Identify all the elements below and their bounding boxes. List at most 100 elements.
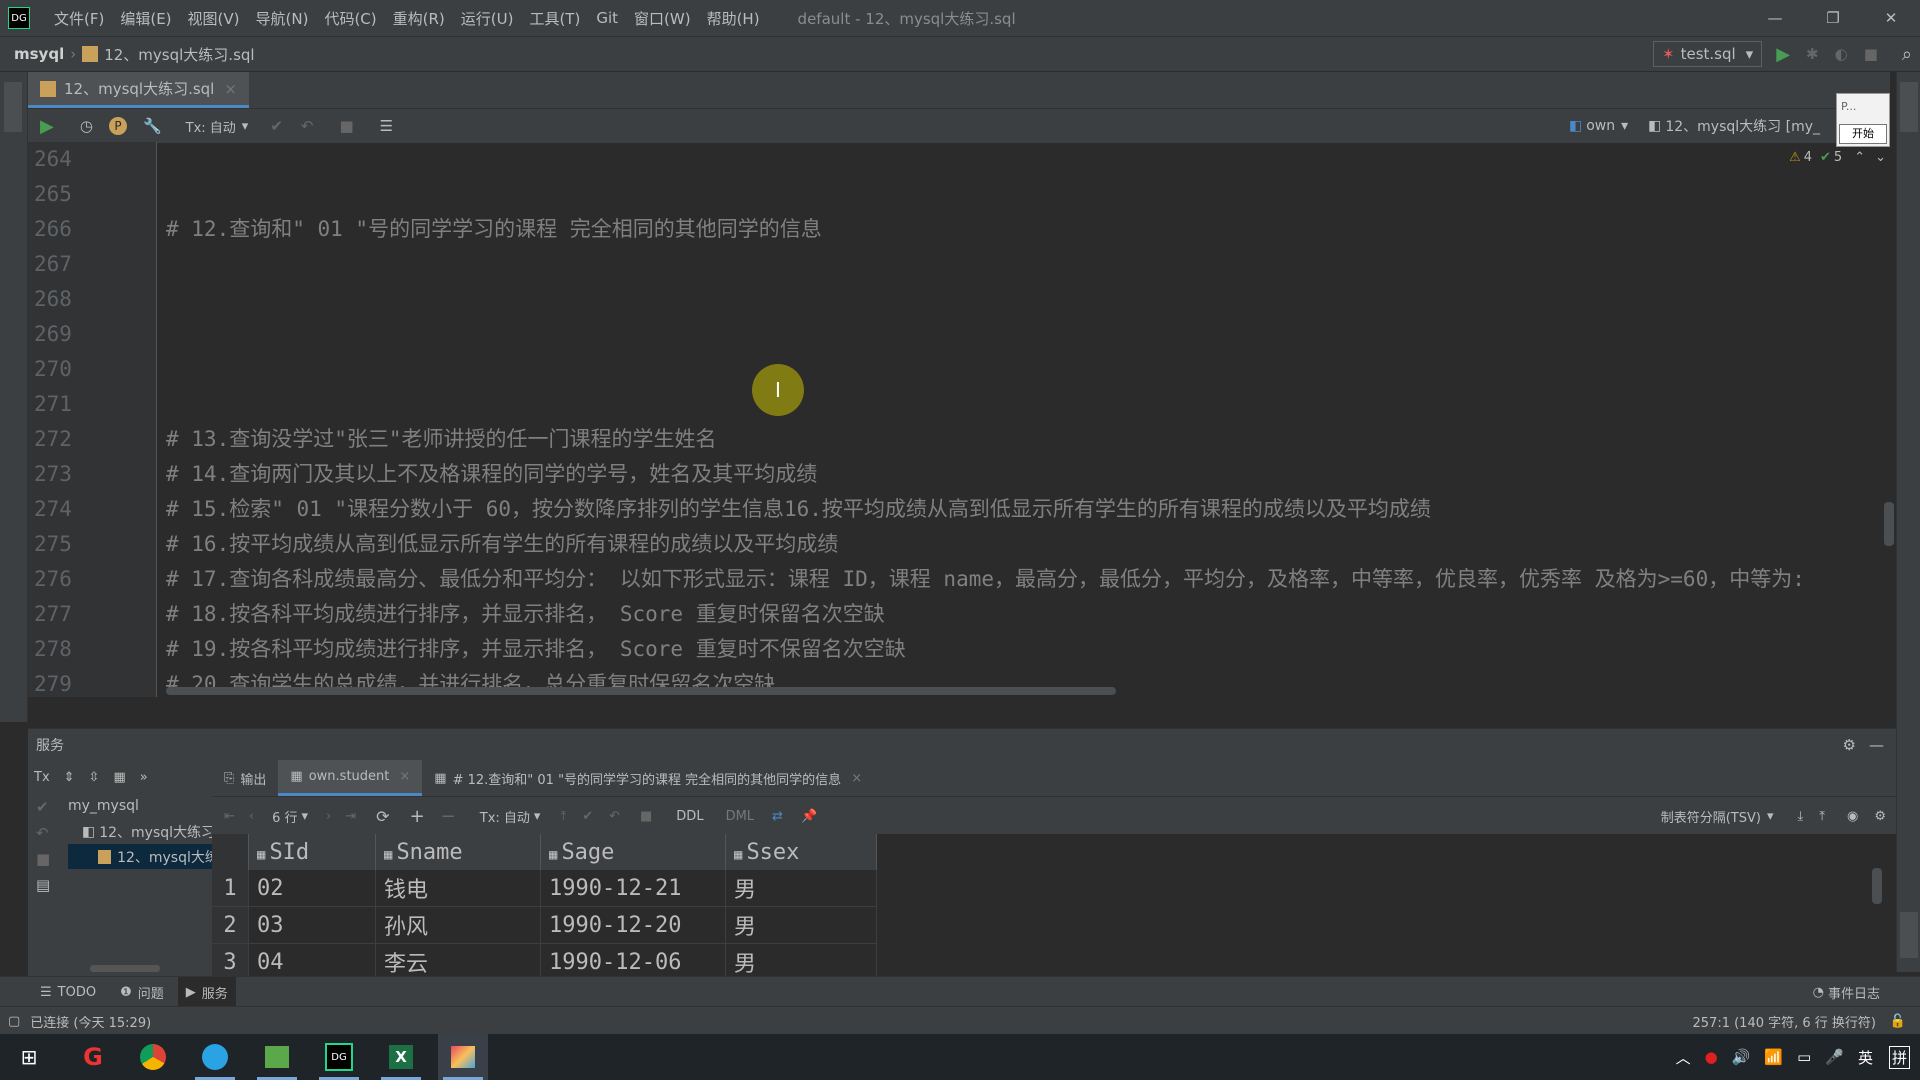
popup-start-button[interactable]: 开始 bbox=[1839, 124, 1887, 144]
history-icon[interactable]: ◷ bbox=[80, 117, 93, 135]
code-line[interactable] bbox=[160, 282, 1896, 317]
minimize-panel-icon[interactable]: — bbox=[1869, 736, 1884, 754]
menu-help[interactable]: 帮助(H) bbox=[707, 8, 760, 29]
rollback-icon[interactable]: ↶ bbox=[301, 117, 314, 135]
code-line[interactable]: # 17.查询各科成绩最高分、最低分和平均分： 以如下形式显示：课程 ID，课程… bbox=[160, 562, 1896, 597]
menu-view[interactable]: 视图(V) bbox=[188, 8, 240, 29]
first-page-icon[interactable]: ⇤ bbox=[224, 809, 235, 824]
tab-query-result[interactable]: ▦ # 12.查询和" 01 "号的同学学习的课程 完全相同的其他同学的信息 × bbox=[422, 760, 874, 796]
taskbar-excel[interactable]: X bbox=[376, 1034, 426, 1080]
submit-icon[interactable]: ⤒ bbox=[560, 809, 566, 824]
column-header-ssex[interactable]: ▦ Ssex bbox=[725, 834, 877, 870]
download-icon[interactable]: ⤓ bbox=[1798, 809, 1804, 824]
cell-sname[interactable]: 钱电 bbox=[375, 870, 541, 907]
execute-icon[interactable]: ▶ bbox=[40, 116, 54, 137]
close-icon[interactable]: ✕ bbox=[1862, 9, 1920, 27]
taskbar-datagrip[interactable]: DG bbox=[314, 1034, 364, 1080]
services-tool[interactable]: ▶ 服务 bbox=[177, 977, 236, 1007]
code-line[interactable] bbox=[160, 247, 1896, 282]
coverage-icon[interactable]: ◐ bbox=[1835, 45, 1848, 63]
last-page-icon[interactable]: ⇥ bbox=[345, 809, 356, 824]
battery-icon[interactable]: ▭ bbox=[1797, 1048, 1811, 1066]
volume-icon[interactable]: 🔊 bbox=[1732, 1048, 1751, 1066]
problems-tool[interactable]: ❶ 问题 bbox=[120, 983, 164, 1002]
column-header-sid[interactable]: ▦ SId bbox=[248, 834, 376, 870]
cell-sage[interactable]: 1990-12-21 bbox=[540, 870, 726, 907]
tab-sql-file[interactable]: 12、mysql大练习.sql × bbox=[28, 72, 249, 108]
cell-sage[interactable]: 1990-12-20 bbox=[540, 906, 726, 944]
menu-file[interactable]: 文件(F) bbox=[54, 8, 104, 29]
ime-mode[interactable]: 拼 bbox=[1888, 1045, 1910, 1069]
microphone-icon[interactable]: 🎤 bbox=[1825, 1048, 1844, 1066]
stop-icon[interactable]: ■ bbox=[640, 809, 652, 824]
code-line[interactable]: # 16.按平均成绩从高到低显示所有学生的所有课程的成绩以及平均成绩 bbox=[160, 527, 1896, 562]
close-tab-icon[interactable]: × bbox=[399, 769, 410, 784]
cell-sname[interactable]: 孙风 bbox=[375, 906, 541, 944]
breadcrumb-file[interactable]: 12、mysql大练习.sql bbox=[104, 44, 254, 65]
code-line[interactable] bbox=[160, 387, 1896, 422]
debug-icon[interactable]: ✱ bbox=[1806, 45, 1819, 63]
cursor-position[interactable]: 257:1 (140 字符, 6 行 换行符) bbox=[1693, 1012, 1877, 1031]
cell-sid[interactable]: 04 bbox=[248, 943, 376, 976]
lock-icon[interactable]: 🔓 bbox=[1890, 1014, 1906, 1029]
code-line[interactable]: # 14.查询两门及其以上不及格课程的同学的学号，姓名及其平均成绩 bbox=[160, 457, 1896, 492]
inspection-widget[interactable]: ⚠ 4 ✔ 5 ⌃ ⌄ bbox=[1789, 150, 1886, 165]
output-layout-icon[interactable]: ☰ bbox=[380, 117, 393, 135]
stop-icon[interactable]: ■ bbox=[28, 846, 56, 872]
settings-wrench-icon[interactable]: 🔧 bbox=[143, 117, 162, 135]
pin-icon[interactable]: 📌 bbox=[801, 809, 817, 824]
chevron-down-icon[interactable]: ⌄ bbox=[1875, 150, 1886, 165]
stop-icon[interactable]: ■ bbox=[1864, 45, 1878, 63]
table-row[interactable]: 2 03 孙风 1990-12-20 男 bbox=[212, 906, 877, 944]
delete-row-icon[interactable]: − bbox=[441, 806, 456, 827]
run-config-select[interactable]: ✶ test.sql ▾ bbox=[1653, 41, 1763, 67]
column-header-sage[interactable]: ▦ Sage bbox=[540, 834, 726, 870]
taskbar-browser[interactable] bbox=[190, 1034, 240, 1080]
explain-icon[interactable]: P bbox=[108, 117, 127, 135]
menu-navigate[interactable]: 导航(N) bbox=[256, 8, 309, 29]
table-row[interactable]: 1 02 钱电 1990-12-21 男 bbox=[212, 870, 877, 907]
ime-language[interactable]: 英 bbox=[1858, 1047, 1873, 1068]
menu-code[interactable]: 代码(C) bbox=[324, 8, 376, 29]
horizontal-scrollbar[interactable] bbox=[166, 687, 1116, 695]
tree-horizontal-scrollbar[interactable] bbox=[90, 965, 160, 972]
code-line[interactable] bbox=[160, 177, 1896, 212]
code-line[interactable] bbox=[160, 352, 1896, 387]
group-icon[interactable]: ▦ bbox=[113, 770, 125, 785]
database-tool-icon[interactable] bbox=[4, 82, 22, 132]
gear-icon[interactable]: ⚙ bbox=[1874, 809, 1886, 824]
cell-sname[interactable]: 李云 bbox=[375, 943, 541, 976]
menu-edit[interactable]: 编辑(E) bbox=[120, 8, 171, 29]
stop-icon[interactable]: ■ bbox=[339, 117, 353, 135]
layout-icon[interactable]: ▤ bbox=[28, 872, 56, 898]
code-line[interactable]: # 13.查询没学过"张三"老师讲授的任一门课程的学生姓名 bbox=[160, 422, 1896, 457]
todo-tool[interactable]: ☰ TODO bbox=[40, 985, 96, 1000]
eye-icon[interactable]: ◉ bbox=[1847, 809, 1858, 824]
tab-output[interactable]: ⎘ 输出 bbox=[212, 760, 278, 796]
commit-icon[interactable]: ✔ bbox=[28, 794, 56, 820]
code-line[interactable] bbox=[160, 317, 1896, 352]
database-panel-icon[interactable] bbox=[1900, 82, 1918, 132]
cell-sid[interactable]: 03 bbox=[248, 906, 376, 944]
compare-icon[interactable]: ⇄ bbox=[772, 809, 783, 824]
commit-icon[interactable]: ✔ bbox=[270, 117, 283, 135]
taskbar-chrome[interactable] bbox=[128, 1034, 178, 1080]
tx-mode-select[interactable]: Tx: 自动 ▾ bbox=[480, 807, 541, 826]
network-icon[interactable]: 📶 bbox=[1764, 1048, 1783, 1066]
tray-expand-icon[interactable]: ︿ bbox=[1676, 1047, 1691, 1068]
code-line[interactable]: # 15.检索" 01 "课程分数小于 60，按分数降序排列的学生信息16.按平… bbox=[160, 492, 1896, 527]
add-row-icon[interactable]: + bbox=[410, 806, 425, 827]
tx-icon[interactable]: Tx bbox=[34, 770, 50, 785]
menu-tools[interactable]: 工具(T) bbox=[529, 8, 580, 29]
refresh-icon[interactable]: ⟳ bbox=[376, 807, 389, 826]
next-page-icon[interactable]: › bbox=[326, 809, 331, 824]
code-line[interactable]: # 12.查询和" 01 "号的同学学习的课程 完全相同的其他同学的信息 bbox=[160, 212, 1896, 247]
code-editor[interactable]: # 12.查询和" 01 "号的同学学习的课程 完全相同的其他同学的信息 # 1… bbox=[160, 142, 1896, 697]
search-icon[interactable]: ⌕ bbox=[1902, 44, 1912, 65]
grid-vertical-scrollbar[interactable] bbox=[1872, 868, 1882, 904]
tree-item-datasource[interactable]: my_mysql bbox=[68, 794, 212, 819]
tx-mode-select[interactable]: Tx: 自动 ▾ bbox=[186, 117, 249, 136]
rows-select[interactable]: 6 行 ▾ bbox=[272, 807, 308, 826]
commit-icon[interactable]: ✔ bbox=[582, 809, 593, 824]
column-header-sname[interactable]: ▦ Sname bbox=[375, 834, 541, 870]
